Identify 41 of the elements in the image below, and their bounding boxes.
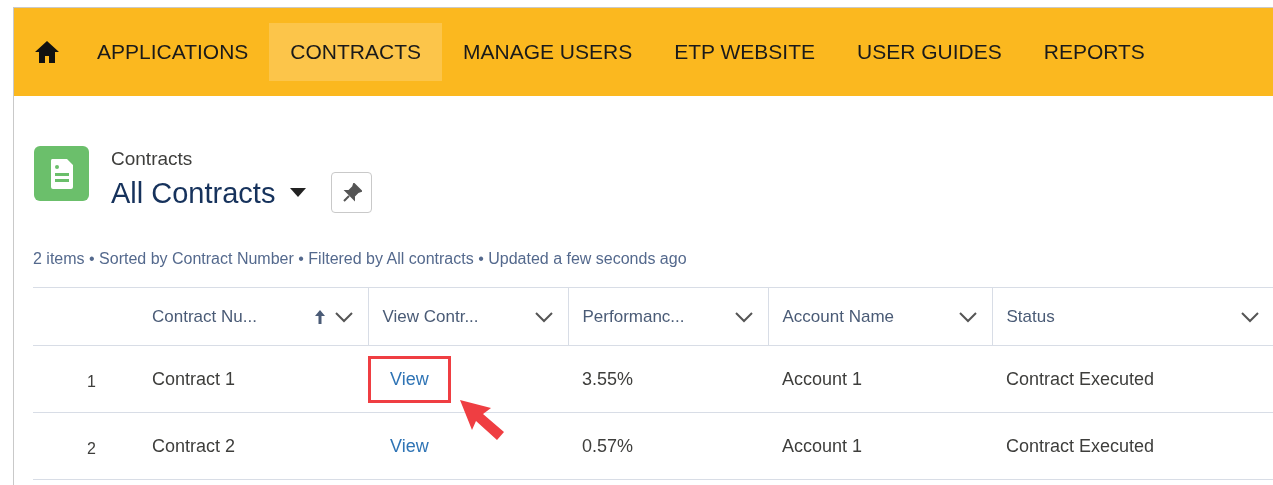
column-header[interactable]: Account Name: [768, 288, 992, 345]
list-info-text: 2 items • Sorted by Contract Number • Filtered by All contracts • Updated a few seconds ago: [33, 249, 688, 269]
pin-icon: [341, 182, 362, 203]
view-link[interactable]: View: [368, 422, 451, 470]
column-header[interactable]: Contract Nu...: [138, 288, 368, 345]
table-cell: 0.57%: [582, 435, 634, 456]
column-title: Account Name: [782, 305, 894, 328]
table-cell: Contract 1: [152, 368, 236, 389]
nav-tab[interactable]: USER GUIDES: [836, 23, 1023, 81]
column-title: Status: [1006, 305, 1055, 328]
chevron-down-icon[interactable]: [333, 310, 354, 323]
nav-tab[interactable]: MANAGE USERS: [442, 23, 654, 81]
column-title: Contract Nu...: [152, 305, 257, 328]
table-cell: Contract Executed: [1006, 435, 1155, 456]
column-title: View Contr...: [382, 305, 479, 328]
table-cell: Account 1: [782, 368, 863, 389]
list-view-dropdown[interactable]: All Contracts: [111, 174, 308, 211]
column-header[interactable]: Performanc...: [568, 288, 768, 345]
highlighted-view-link[interactable]: View: [368, 355, 451, 403]
caret-icon: [289, 187, 308, 198]
home-icon[interactable]: [34, 40, 60, 64]
object-label: Contracts: [111, 148, 194, 170]
chevron-down-icon[interactable]: [533, 310, 554, 323]
table-cell: 3.55%: [582, 368, 634, 389]
column-header[interactable]: View Contr...: [368, 288, 568, 345]
pin-button[interactable]: [331, 172, 373, 213]
column-title: Performanc...: [582, 305, 685, 328]
table-cell: Contract Executed: [1006, 368, 1155, 389]
chevron-down-icon[interactable]: [957, 310, 978, 323]
nav-tab[interactable]: CONTRACTS: [269, 23, 442, 81]
table-cell: Contract 2: [152, 435, 236, 456]
contract-icon: [34, 146, 89, 201]
nav-tab[interactable]: ETP WEBSITE: [653, 23, 836, 81]
column-header[interactable]: Status: [992, 288, 1273, 345]
table-cell: Account 1: [782, 435, 863, 456]
nav-tab[interactable]: REPORTS: [1022, 23, 1166, 81]
chevron-down-icon[interactable]: [733, 310, 754, 323]
row-number: 2: [87, 440, 96, 457]
row-number: 1: [87, 373, 96, 390]
chevron-down-icon[interactable]: [1240, 310, 1260, 323]
nav-tab[interactable]: APPLICATIONS: [76, 23, 270, 81]
